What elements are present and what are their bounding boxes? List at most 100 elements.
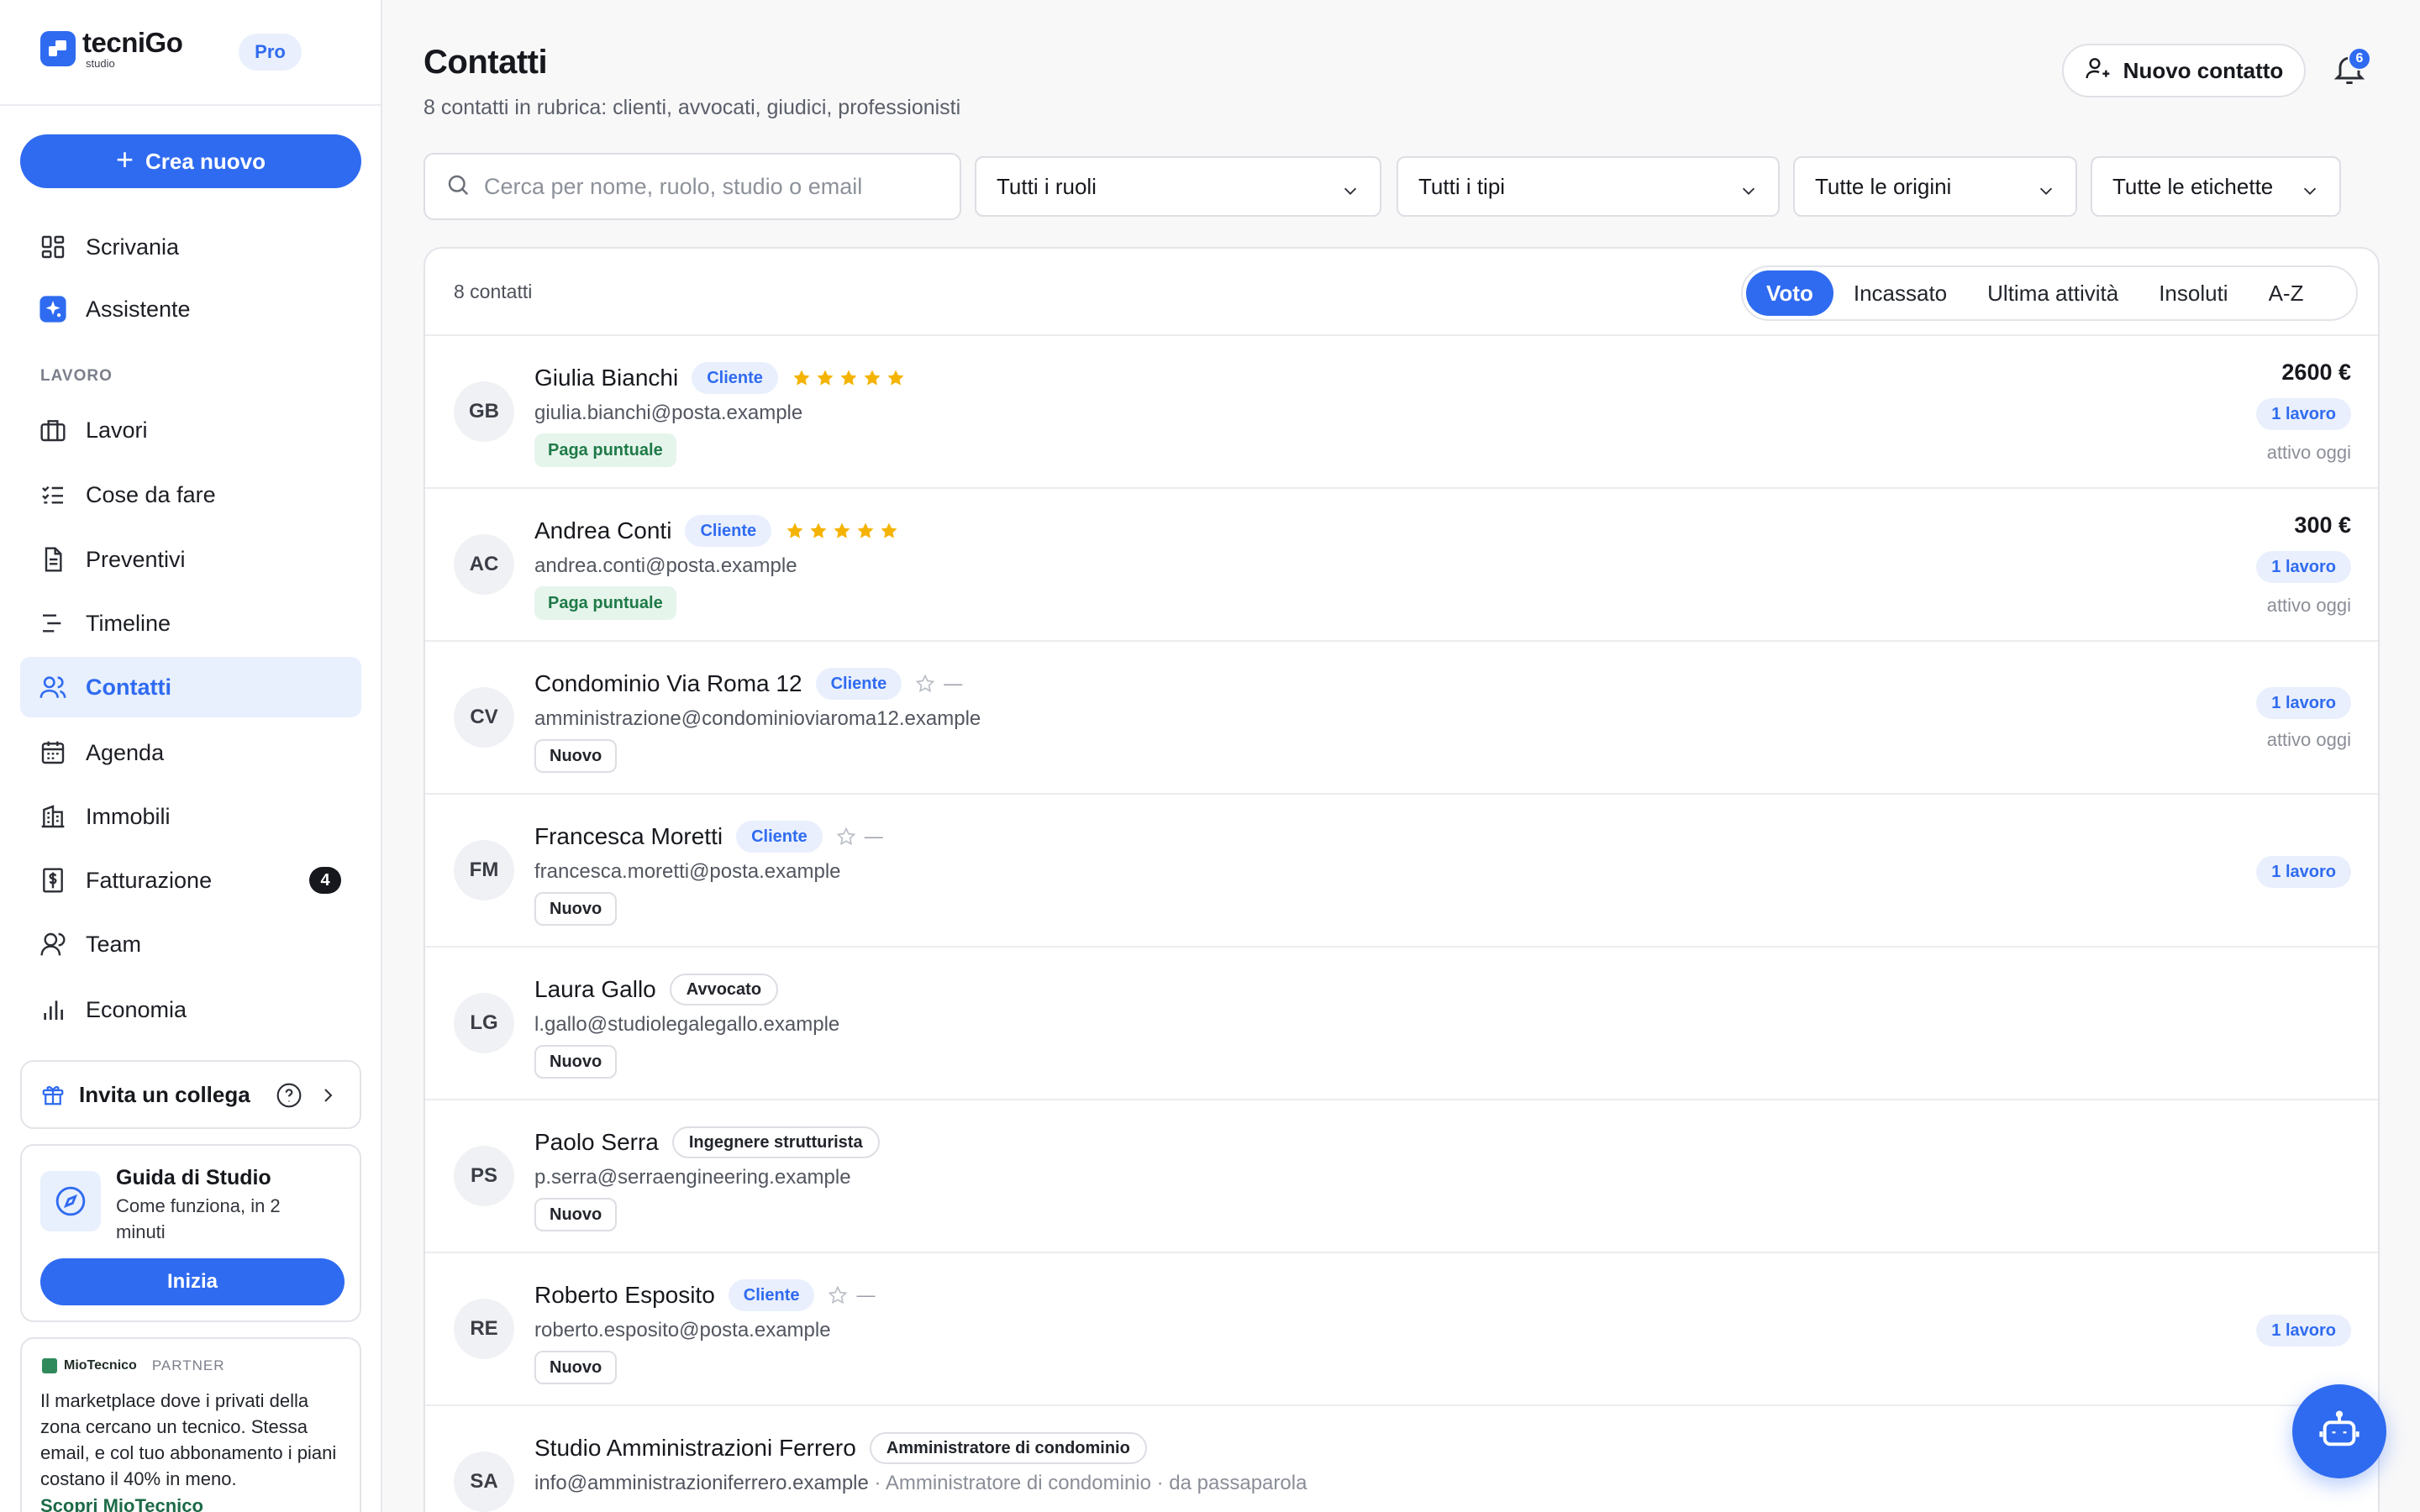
- label-filter-value: Tutte le etichette: [2112, 173, 2274, 199]
- role-badge: Cliente: [736, 821, 823, 853]
- origin-filter-value: Tutte le origini: [1815, 173, 1952, 199]
- role-badge: Cliente: [685, 515, 772, 547]
- sort-tab-insoluti[interactable]: Insoluti: [2139, 270, 2248, 316]
- contact-email: amministrazione@condominioviaroma12.exam…: [534, 707, 981, 731]
- sidebar-item-cose-da-fare[interactable]: Cose da fare: [20, 465, 361, 525]
- partner-name: MioTecnico: [64, 1358, 137, 1373]
- contact-name[interactable]: Andrea Conti: [534, 517, 671, 544]
- jobs-count-pill[interactable]: 1 lavoro: [2256, 398, 2351, 430]
- sidebar-item-lavori[interactable]: Lavori: [20, 400, 361, 460]
- contact-row[interactable]: AC Andrea Conti Cliente andrea.conti@posta.…: [425, 489, 2378, 642]
- last-activity: attivo oggi: [2266, 595, 2351, 616]
- rating-stars[interactable]: [785, 521, 899, 541]
- avatar: GB: [454, 381, 514, 442]
- new-contact-button[interactable]: Nuovo contatto: [2062, 44, 2306, 97]
- compass-icon: [40, 1171, 101, 1231]
- role-badge: Cliente: [728, 1279, 815, 1311]
- rating-stars[interactable]: —: [836, 826, 883, 848]
- email-text: l.gallo@studiolegalegallo.example: [534, 1013, 840, 1036]
- star-filled-icon: [886, 368, 906, 388]
- partner-card: MioTecnico PARTNER Il marketplace dove i…: [20, 1337, 361, 1512]
- jobs-count-pill[interactable]: 1 lavoro: [2256, 687, 2351, 719]
- contact-row[interactable]: RE Roberto Esposito Cliente — roberto.esposi…: [425, 1253, 2378, 1406]
- sort-tab-ultima-attivita[interactable]: Ultima attività: [1967, 270, 2139, 316]
- sidebar-item-timeline[interactable]: Timeline: [20, 593, 361, 654]
- page-title: Contatti: [424, 44, 548, 81]
- contact-name[interactable]: Condominio Via Roma 12: [534, 670, 802, 697]
- label-filter-select[interactable]: Tutte le etichette: [2091, 156, 2341, 217]
- assistant-bot-button[interactable]: [2292, 1384, 2386, 1478]
- contact-row[interactable]: CV Condominio Via Roma 12 Cliente — amminist…: [425, 642, 2378, 795]
- star-filled-icon: [839, 368, 859, 388]
- contact-email: p.serra@serraengineering.example: [534, 1166, 851, 1189]
- star-outline-icon[interactable]: [836, 827, 856, 847]
- chevron-down-icon: [2037, 180, 2055, 206]
- partner-link[interactable]: Scopri MioTecnico: [40, 1495, 203, 1512]
- start-guide-button[interactable]: Inizia: [40, 1258, 345, 1305]
- invite-colleague-card[interactable]: Invita un collega: [20, 1060, 361, 1129]
- type-filter-select[interactable]: Tutti i tipi: [1397, 156, 1780, 217]
- brand-subtitle: studio: [86, 57, 115, 70]
- contact-name[interactable]: Paolo Serra: [534, 1129, 659, 1156]
- sidebar-item-fatturazione[interactable]: Fatturazione 4: [20, 850, 361, 911]
- email-text: p.serra@serraengineering.example: [534, 1166, 851, 1189]
- rating-stars[interactable]: —: [915, 673, 962, 695]
- star-filled-icon: [879, 521, 899, 541]
- rating-stars[interactable]: —: [828, 1284, 875, 1306]
- sort-tab-a-z[interactable]: A-Z: [2249, 270, 2324, 316]
- contact-meta: · Amministratore di condominio · da pass…: [868, 1472, 1307, 1494]
- brand-logo[interactable]: tecniGo studio: [40, 29, 183, 70]
- contact-row[interactable]: FM Francesca Moretti Cliente — francesca.mor…: [425, 795, 2378, 948]
- jobs-count-pill[interactable]: 1 lavoro: [2256, 856, 2351, 888]
- contact-name[interactable]: Francesca Moretti: [534, 823, 723, 850]
- sidebar-item-label: Agenda: [86, 739, 165, 765]
- sidebar-item-label: Timeline: [86, 610, 171, 636]
- sidebar-item-agenda[interactable]: Agenda: [20, 722, 361, 783]
- star-outline-icon[interactable]: [828, 1285, 848, 1305]
- search-box[interactable]: [424, 153, 961, 220]
- contact-row[interactable]: LG Laura Gallo Avvocato l.gallo@studiolegal…: [425, 948, 2378, 1100]
- chevron-right-icon: [318, 1085, 338, 1111]
- contact-row[interactable]: PS Paolo Serra Ingegnere strutturista p.ser…: [425, 1100, 2378, 1253]
- star-filled-icon: [815, 368, 835, 388]
- contact-name[interactable]: Laura Gallo: [534, 976, 656, 1003]
- origin-filter-select[interactable]: Tutte le origini: [1793, 156, 2077, 217]
- star-filled-icon: [862, 368, 882, 388]
- avatar: AC: [454, 534, 514, 595]
- search-input[interactable]: [484, 173, 955, 200]
- contact-name[interactable]: Studio Amministrazioni Ferrero: [534, 1435, 856, 1462]
- status-tag: Nuovo: [534, 1045, 618, 1079]
- rating-stars[interactable]: [792, 368, 906, 388]
- sidebar-item-team[interactable]: Team: [20, 914, 361, 974]
- studio-guide-card: Guida di Studio Come funziona, in 2 minu…: [20, 1144, 361, 1322]
- sort-tab-voto[interactable]: Voto: [1746, 270, 1833, 316]
- new-contact-label: Nuovo contatto: [2123, 57, 2284, 83]
- contact-name[interactable]: Giulia Bianchi: [534, 365, 678, 391]
- star-outline-icon[interactable]: [915, 674, 935, 694]
- contact-email: andrea.conti@posta.example: [534, 554, 797, 578]
- sidebar-item-economia[interactable]: Economia: [20, 979, 361, 1040]
- sort-tab-incassato[interactable]: Incassato: [1833, 270, 1967, 316]
- contact-name[interactable]: Roberto Esposito: [534, 1282, 715, 1309]
- star-filled-icon: [832, 521, 852, 541]
- sidebar-item-immobili[interactable]: Immobili: [20, 786, 361, 847]
- create-new-button[interactable]: + Crea nuovo: [20, 134, 361, 188]
- sidebar-item-contatti[interactable]: Contatti: [20, 657, 361, 717]
- sidebar-item-preventivi[interactable]: Preventivi: [20, 529, 361, 590]
- sidebar-item-assistente[interactable]: Assistente: [20, 279, 361, 339]
- contact-email: info@amministrazioniferrero.example · Am…: [534, 1472, 1307, 1495]
- jobs-count-pill[interactable]: 1 lavoro: [2256, 551, 2351, 583]
- contact-row[interactable]: SA Studio Amministrazioni Ferrero Amminist…: [425, 1406, 2378, 1512]
- plus-icon: +: [115, 142, 134, 176]
- guide-subtitle: Come funziona, in 2 minuti: [116, 1195, 281, 1242]
- tecnigo-logo-icon: [40, 31, 76, 66]
- sidebar-item-scrivania[interactable]: Scrivania: [20, 217, 361, 277]
- amount-collected: 300 €: [2294, 512, 2351, 538]
- gift-icon: [40, 1082, 66, 1107]
- contact-email: l.gallo@studiolegalegallo.example: [534, 1013, 839, 1037]
- contact-row[interactable]: GB Giulia Bianchi Cliente giulia.bianchi@po…: [425, 336, 2378, 489]
- role-filter-select[interactable]: Tutti i ruoli: [975, 156, 1381, 217]
- help-icon[interactable]: [276, 1082, 302, 1109]
- jobs-count-pill[interactable]: 1 lavoro: [2256, 1315, 2351, 1347]
- star-filled-icon: [785, 521, 805, 541]
